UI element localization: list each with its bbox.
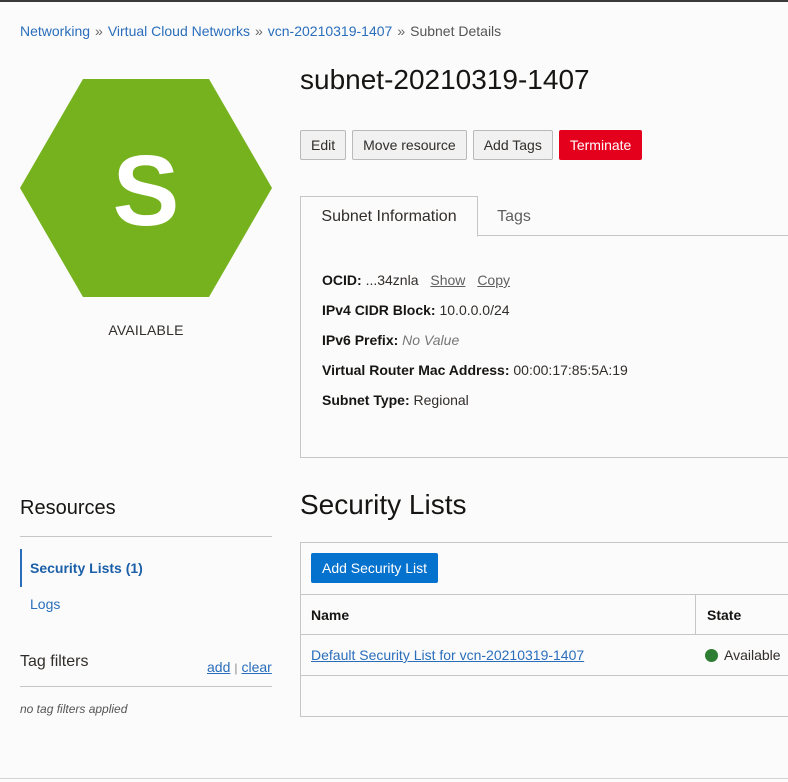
bottom-border <box>0 778 788 779</box>
ocid-show-link[interactable]: Show <box>430 272 465 288</box>
security-lists-heading: Security Lists <box>300 489 467 520</box>
terminate-button[interactable]: Terminate <box>558 130 643 160</box>
table-header: Name State <box>301 594 788 635</box>
ipv4-label: IPv4 CIDR Block: <box>322 302 436 318</box>
subnet-info-panel: OCID: ...34znla Show Copy IPv4 CIDR Bloc… <box>300 236 788 458</box>
hexagon-icon: S <box>20 79 272 297</box>
sidebar-item-security-lists[interactable]: Security Lists (1) <box>20 549 272 587</box>
column-header-name[interactable]: Name <box>311 607 349 623</box>
breadcrumb-networking[interactable]: Networking <box>20 23 90 39</box>
ipv6-label: IPv6 Prefix: <box>322 332 399 348</box>
top-border <box>0 0 788 2</box>
state-cell: Available <box>705 647 781 663</box>
action-bar: Edit Move resource Add Tags Terminate <box>300 130 643 160</box>
security-list-link[interactable]: Default Security List for vcn-20210319-1… <box>311 647 584 663</box>
move-resource-button[interactable]: Move resource <box>352 130 467 160</box>
sidebar-item-logs[interactable]: Logs <box>30 596 60 612</box>
divider <box>20 536 272 537</box>
ipv4-value: 10.0.0.0/24 <box>439 302 510 318</box>
divider <box>20 686 272 687</box>
add-security-list-button[interactable]: Add Security List <box>311 553 439 583</box>
page-title: subnet-20210319-1407 <box>300 64 590 95</box>
table-row: Default Security List for vcn-20210319-1… <box>301 635 788 676</box>
mac-label: Virtual Router Mac Address: <box>322 362 510 378</box>
breadcrumb-separator: » <box>397 23 406 39</box>
subnet-type-label: Subnet Type: <box>322 392 410 408</box>
tab-tags[interactable]: Tags <box>478 196 550 237</box>
tab-subnet-information[interactable]: Subnet Information <box>300 196 478 237</box>
breadcrumb-vcn[interactable]: vcn-20210319-1407 <box>268 23 393 39</box>
ipv6-value: No Value <box>402 332 460 348</box>
security-lists-table-container: Add Security List Name State Default Sec… <box>300 542 788 717</box>
resources-heading: Resources <box>20 497 116 519</box>
breadcrumb: Networking» Virtual Cloud Networks» vcn-20… <box>20 23 501 39</box>
detail-tabs: Subnet Information Tags <box>300 196 788 237</box>
tag-filters-empty: no tag filters applied <box>20 702 128 716</box>
subnet-type-value: Regional <box>413 392 469 408</box>
separator: | <box>234 661 238 675</box>
subnet-badge: S <box>20 79 272 297</box>
state-label: Available <box>724 647 781 663</box>
lifecycle-status: AVAILABLE <box>108 322 184 338</box>
breadcrumb-current: Subnet Details <box>410 23 502 39</box>
tag-filter-add-link[interactable]: add <box>207 659 230 675</box>
breadcrumb-separator: » <box>254 23 263 39</box>
column-header-state[interactable]: State <box>707 607 741 623</box>
status-dot-icon <box>705 648 718 662</box>
breadcrumb-separator: » <box>95 23 103 39</box>
tag-filters-heading: Tag filters <box>20 653 89 670</box>
tag-filter-clear-link[interactable]: clear <box>241 659 271 675</box>
ocid-copy-link[interactable]: Copy <box>477 272 510 288</box>
ipv6-row: IPv6 Prefix: No Value <box>322 332 459 348</box>
ocid-row: OCID: ...34znla Show Copy <box>322 272 510 288</box>
ipv4-row: IPv4 CIDR Block: 10.0.0.0/24 <box>322 302 510 318</box>
ocid-label: OCID: <box>322 272 362 288</box>
mac-row: Virtual Router Mac Address: 00:00:17:85:… <box>322 362 628 378</box>
column-divider <box>695 595 696 635</box>
add-tags-button[interactable]: Add Tags <box>472 130 553 160</box>
badge-letter: S <box>113 135 180 247</box>
mac-value: 00:00:17:85:5A:19 <box>513 362 628 378</box>
ocid-value: ...34znla <box>365 272 419 288</box>
tag-filter-links: add | clear <box>207 659 272 675</box>
edit-button[interactable]: Edit <box>300 130 347 160</box>
subnet-type-row: Subnet Type: Regional <box>322 392 469 408</box>
breadcrumb-vcns[interactable]: Virtual Cloud Networks <box>108 23 250 39</box>
